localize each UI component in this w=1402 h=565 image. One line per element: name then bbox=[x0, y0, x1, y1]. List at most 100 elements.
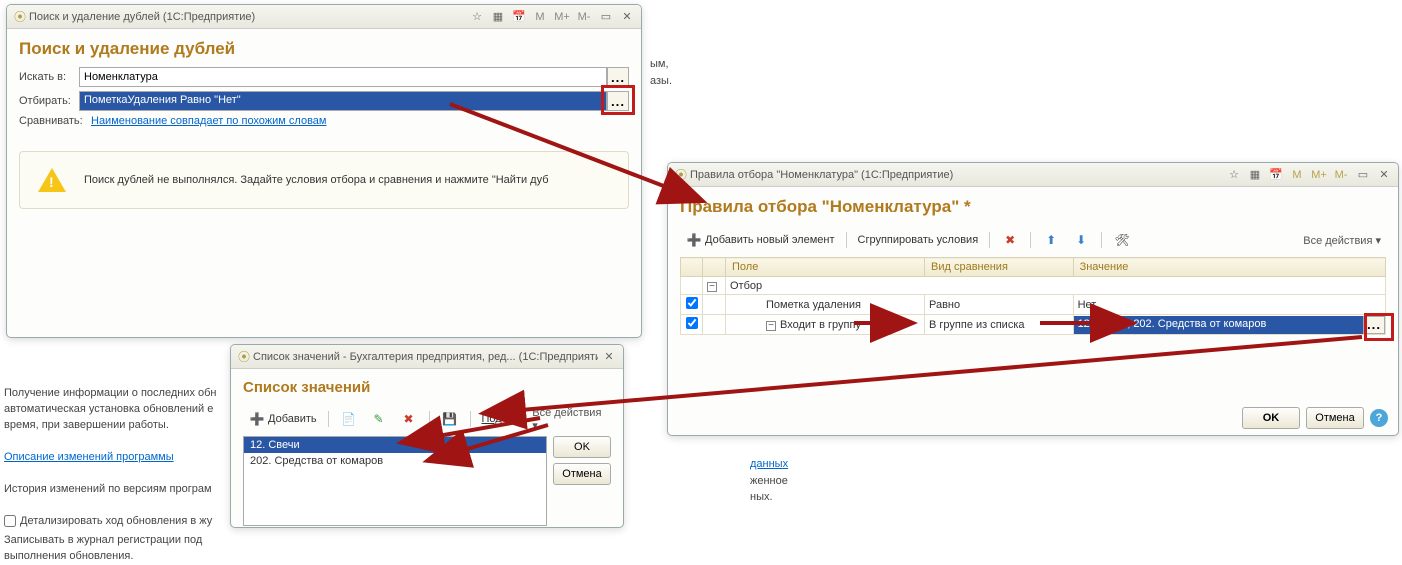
add-label: Добавить bbox=[268, 413, 317, 425]
calendar-icon[interactable]: 📅 bbox=[509, 8, 529, 26]
calc-icon[interactable]: ▦ bbox=[1245, 166, 1265, 184]
bg-log: выполнения обновления. bbox=[4, 550, 133, 562]
delete-icon: ✖ bbox=[400, 410, 418, 428]
search-in-input[interactable] bbox=[79, 67, 607, 87]
m-minus-icon[interactable]: M- bbox=[573, 8, 595, 26]
pick-button[interactable]: Подбор bbox=[476, 408, 525, 430]
fav-icon[interactable]: ☆ bbox=[467, 8, 487, 26]
bg-info: автоматическая установка обновлений е bbox=[4, 403, 213, 415]
arrow-down-icon: ⬇ bbox=[1072, 231, 1090, 249]
link-changes[interactable]: Описание изменений программы bbox=[4, 451, 174, 463]
detail-log-checkbox[interactable] bbox=[4, 515, 16, 527]
app-icon: ⦿ bbox=[235, 348, 253, 366]
arrow-up-icon: ⬆ bbox=[1042, 231, 1060, 249]
bg-info: время, при завершении работы. bbox=[4, 419, 169, 431]
compare-link[interactable]: Наименование совпадает по похожим словам bbox=[91, 115, 327, 127]
m-minus-icon[interactable]: M- bbox=[1330, 166, 1352, 184]
bg-fragment: женное bbox=[750, 475, 788, 487]
compare-label: Сравнивать: bbox=[19, 115, 91, 127]
cancel-button[interactable]: Отмена bbox=[553, 463, 611, 485]
search-in-label: Искать в: bbox=[19, 71, 79, 83]
edit-button[interactable]: ✎ bbox=[365, 408, 393, 430]
collapse-icon[interactable]: − bbox=[766, 321, 776, 331]
add-button[interactable]: ➕ Добавить bbox=[243, 408, 322, 430]
page-title: Поиск и удаление дублей bbox=[19, 39, 629, 59]
fav-icon[interactable]: ☆ bbox=[1224, 166, 1244, 184]
move-down-button[interactable]: ⬇ bbox=[1067, 229, 1095, 251]
app-icon: ⦿ bbox=[672, 166, 690, 184]
window-find-duplicates: ⦿ Поиск и удаление дублей (1С:Предприяти… bbox=[6, 4, 642, 338]
calendar-icon[interactable]: 📅 bbox=[1266, 166, 1286, 184]
table-row[interactable]: − Отбор bbox=[681, 277, 1386, 295]
info-text: Поиск дублей не выполнялся. Задайте усло… bbox=[84, 174, 549, 186]
cell-value[interactable]: 12. Свечи; 202. Средства от комаров bbox=[1074, 316, 1363, 334]
pencil-icon: ✎ bbox=[370, 410, 388, 428]
m-plus-icon[interactable]: M+ bbox=[551, 8, 573, 26]
app-icon: ⦿ bbox=[11, 8, 29, 26]
window-filter-rules: ⦿ Правила отбора "Номенклатура" (1С:Пред… bbox=[667, 162, 1399, 436]
m-icon[interactable]: M bbox=[1286, 166, 1308, 184]
restore-icon[interactable]: ▭ bbox=[596, 8, 616, 26]
col-value[interactable]: Значение bbox=[1073, 258, 1385, 277]
add-element-button[interactable]: ➕ Добавить новый элемент bbox=[680, 229, 840, 251]
search-in-picker[interactable]: ... bbox=[607, 67, 629, 87]
window-value-list: ⦿ Список значений - Бухгалтерия предприя… bbox=[230, 344, 624, 528]
row-checkbox[interactable] bbox=[686, 317, 698, 329]
ok-button[interactable]: OK bbox=[553, 436, 611, 458]
calc-icon[interactable]: ▦ bbox=[488, 8, 508, 26]
page-title: Правила отбора "Номенклатура" * bbox=[680, 197, 1386, 217]
cancel-button[interactable]: Отмена bbox=[1306, 407, 1364, 429]
bg-history: История изменений по версиям програм bbox=[4, 483, 212, 495]
all-actions-button[interactable]: Все действия ▾ bbox=[1298, 229, 1386, 251]
bg-fragment: азы. bbox=[650, 75, 672, 87]
copy-icon: 📄 bbox=[340, 410, 358, 428]
filter-input[interactable]: ПометкаУдаления Равно "Нет" bbox=[79, 91, 607, 111]
titlebar: ⦿ Правила отбора "Номенклатура" (1С:Пред… bbox=[668, 163, 1398, 187]
all-actions-label: Все действия ▾ bbox=[532, 407, 606, 432]
m-plus-icon[interactable]: M+ bbox=[1308, 166, 1330, 184]
copy-button[interactable]: 📄 bbox=[335, 408, 363, 430]
pick-label: Подбор bbox=[481, 413, 520, 425]
delete-icon: ✖ bbox=[1001, 231, 1019, 249]
gear-icon: 🛠 bbox=[1113, 231, 1131, 249]
list-item[interactable]: 12. Свечи bbox=[244, 437, 546, 453]
plus-icon: ➕ bbox=[248, 410, 266, 428]
bg-link-data[interactable]: данных bbox=[750, 458, 788, 470]
collapse-icon[interactable]: − bbox=[707, 282, 717, 292]
more-button[interactable]: 🛠 bbox=[1108, 229, 1136, 251]
titlebar: ⦿ Поиск и удаление дублей (1С:Предприяти… bbox=[7, 5, 641, 29]
bg-fragment: ым, bbox=[650, 58, 669, 70]
list-item[interactable]: 202. Средства от комаров bbox=[244, 453, 546, 469]
close-icon[interactable]: ✕ bbox=[599, 348, 619, 366]
cell-compare: В группе из списка bbox=[925, 315, 1074, 335]
page-title: Список значений bbox=[243, 379, 611, 396]
close-icon[interactable]: ✕ bbox=[1374, 166, 1394, 184]
group-conditions-button[interactable]: Сгруппировать условия bbox=[853, 229, 984, 251]
cell-value: Нет bbox=[1073, 295, 1385, 315]
save-button[interactable]: 💾 bbox=[436, 408, 464, 430]
table-row-selected[interactable]: −Входит в группу В группе из списка 12. … bbox=[681, 315, 1386, 335]
col-compare[interactable]: Вид сравнения bbox=[925, 258, 1074, 277]
all-actions-button[interactable]: Все действия ▾ bbox=[527, 408, 611, 430]
plus-icon: ➕ bbox=[685, 231, 703, 249]
cell-field: Пометка удаления bbox=[726, 295, 925, 315]
cell-field: Отбор bbox=[726, 277, 1386, 295]
row-checkbox[interactable] bbox=[686, 297, 698, 309]
restore-icon[interactable]: ▭ bbox=[1353, 166, 1373, 184]
close-icon[interactable]: ✕ bbox=[617, 8, 637, 26]
delete-button[interactable]: ✖ bbox=[395, 408, 423, 430]
col-field[interactable]: Поле bbox=[726, 258, 925, 277]
detail-log-label: Детализировать ход обновления в жу bbox=[20, 514, 212, 530]
table-row[interactable]: Пометка удаления Равно Нет bbox=[681, 295, 1386, 315]
add-element-label: Добавить новый элемент bbox=[705, 234, 835, 246]
info-box: Поиск дублей не выполнялся. Задайте усло… bbox=[19, 151, 629, 209]
bg-log: Записывать в журнал регистрации под bbox=[4, 534, 202, 546]
m-icon[interactable]: M bbox=[529, 8, 551, 26]
ok-button[interactable]: OK bbox=[1242, 407, 1300, 429]
filter-label: Отбирать: bbox=[19, 95, 79, 107]
delete-button[interactable]: ✖ bbox=[996, 229, 1024, 251]
move-up-button[interactable]: ⬆ bbox=[1037, 229, 1065, 251]
bg-info: Получение информации о последних обн bbox=[4, 387, 217, 399]
help-icon[interactable]: ? bbox=[1370, 409, 1388, 427]
titlebar: ⦿ Список значений - Бухгалтерия предприя… bbox=[231, 345, 623, 369]
